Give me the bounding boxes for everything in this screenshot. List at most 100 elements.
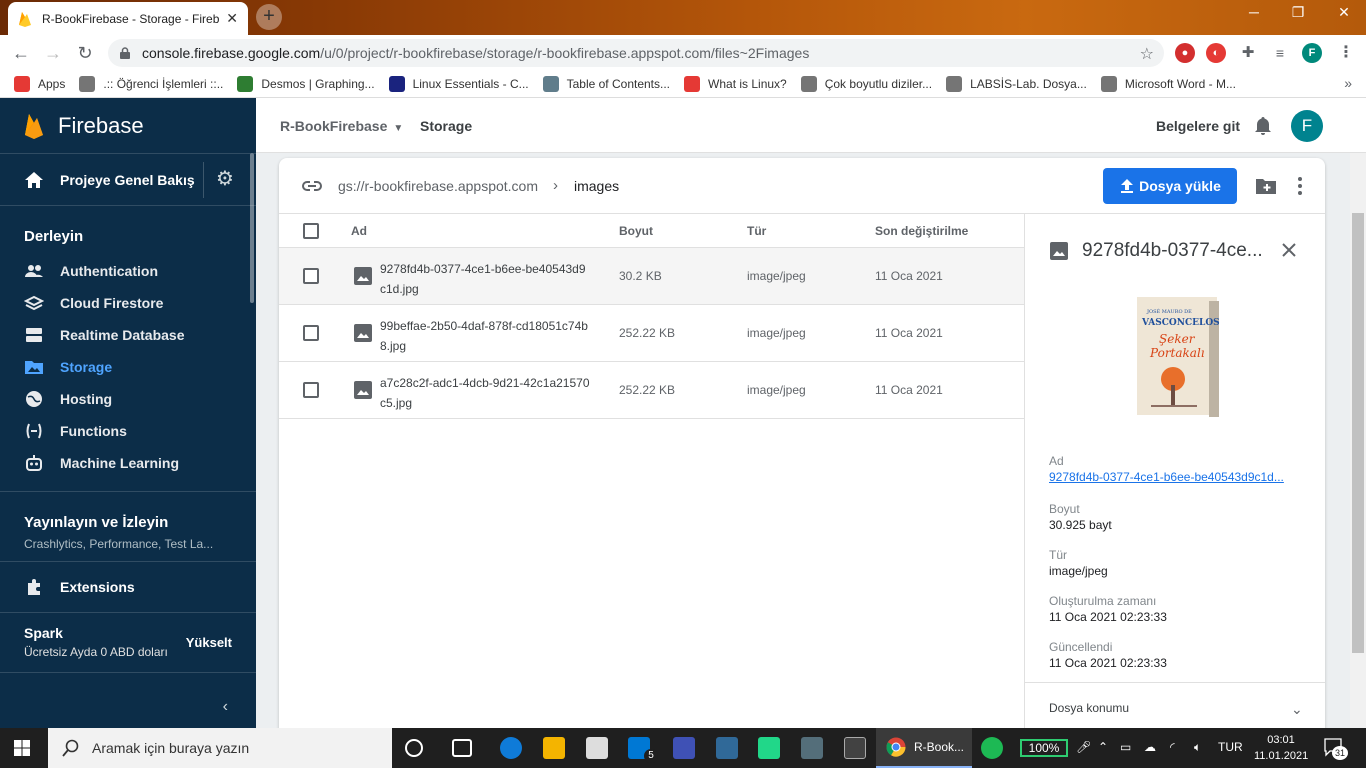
sidebar-item-storage[interactable]: Storage — [0, 351, 256, 383]
row-checkbox[interactable] — [303, 268, 319, 284]
extension-red-icon[interactable]: ◐ — [1206, 43, 1226, 63]
sidebar-item-functions[interactable]: Functions — [0, 415, 256, 447]
profile-avatar[interactable]: F — [1302, 43, 1322, 63]
browser-menu-icon[interactable]: ⋮ — [1336, 43, 1356, 63]
more-options-icon[interactable] — [1297, 176, 1303, 196]
file-location-expander[interactable]: Dosya konumu ⌄ — [1025, 682, 1325, 728]
sidebar-item-hosting[interactable]: Hosting — [0, 383, 256, 415]
settings-gear-icon[interactable]: ⚙ — [214, 168, 236, 190]
bookmark-2[interactable]: Desmos | Graphing... — [237, 75, 375, 92]
main-scroll-thumb[interactable] — [1352, 213, 1364, 653]
windows-start-icon[interactable] — [14, 740, 30, 756]
browser-tab[interactable]: R-BookFirebase - Storage - Fireb ✕ — [8, 2, 248, 35]
sidebar-item-extensions[interactable]: Extensions — [0, 561, 256, 613]
file-type: image/jpeg — [747, 269, 806, 283]
file-name[interactable]: 9278fd4b-0377-4ce1-b6ee-be40543d9c1d.jpg — [380, 259, 590, 299]
adblock-extension-icon[interactable]: ● — [1175, 43, 1195, 63]
table-row[interactable]: 99beffae-2b50-4daf-878f-cd18051c74b8.jpg… — [279, 305, 1024, 362]
reload-icon[interactable]: ↻ — [74, 42, 96, 64]
account-avatar[interactable]: F — [1291, 110, 1323, 142]
bookmark-5[interactable]: What is Linux? — [684, 75, 787, 92]
project-overview-link[interactable]: Projeye Genel Bakış ⚙ — [0, 154, 256, 206]
bookmark-1[interactable]: .:: Öğrenci İşlemleri ::.. — [79, 75, 223, 92]
column-modified-header[interactable]: Son değiştirilme — [875, 224, 968, 238]
table-row[interactable]: 9278fd4b-0377-4ce1-b6ee-be40543d9c1d.jpg… — [279, 248, 1024, 305]
cloud-icon[interactable]: ☁ — [1144, 740, 1156, 754]
sidebar-item-realtime-database[interactable]: Realtime Database — [0, 319, 256, 351]
minimize-icon[interactable]: ─ — [1244, 4, 1264, 20]
reading-list-icon[interactable]: ≡ — [1270, 43, 1290, 63]
create-folder-icon[interactable] — [1255, 176, 1277, 196]
bookmark-star-icon[interactable]: ☆ — [1140, 44, 1154, 64]
volume-icon[interactable]: 🔈︎ — [1194, 740, 1201, 755]
bookmark-4[interactable]: Table of Contents... — [542, 75, 670, 92]
file-name[interactable]: a7c28c2f-adc1-4dcb-9d21-42c1a21570c5.jpg — [380, 373, 590, 413]
microphone-icon[interactable]: 🎤︎ — [1076, 740, 1091, 754]
column-size-header[interactable]: Boyut — [619, 224, 653, 238]
image-preview[interactable]: JOSÉ MAURO DE VASCONCELOS Şeker Portakal… — [1115, 287, 1235, 427]
docs-link[interactable]: Belgelere git — [1156, 118, 1240, 134]
notifications-bell-icon[interactable] — [1254, 116, 1272, 136]
collapse-sidebar-icon[interactable]: ‹ — [223, 698, 228, 716]
tab-close-icon[interactable]: ✕ — [226, 10, 238, 27]
chrome-taskbar-button[interactable]: R-Book... — [876, 728, 972, 768]
tray-chevron-up-icon[interactable]: ⌃ — [1098, 740, 1108, 754]
edge-icon[interactable] — [500, 737, 522, 759]
bookmark-7[interactable]: LABSİS-Lab. Dosya... — [946, 75, 1087, 92]
bucket-path[interactable]: gs://r-bookfirebase.appspot.com — [338, 178, 538, 194]
puzzle-extensions-icon[interactable]: ✚ — [1238, 43, 1258, 63]
row-checkbox[interactable] — [303, 382, 319, 398]
spotify-icon[interactable] — [981, 737, 1003, 759]
close-window-icon[interactable]: ✕ — [1334, 4, 1354, 21]
meta-name: Ad 9278fd4b-0377-4ce1-b6ee-be40543d9c1d.… — [1049, 454, 1309, 484]
forward-icon[interactable]: → — [42, 42, 64, 64]
row-checkbox[interactable] — [303, 325, 319, 341]
battery-tray-icon[interactable]: ▭ — [1120, 740, 1131, 754]
upgrade-button[interactable]: Yükselt — [186, 635, 232, 650]
release-monitor-section[interactable]: Yayınlayın ve İzleyin Crashlytics, Perfo… — [0, 492, 256, 551]
project-selector[interactable]: R-BookFirebase ▼ — [280, 118, 403, 134]
main-scrollbar[interactable] — [1350, 153, 1366, 728]
bookmark-favicon-icon — [237, 75, 254, 92]
bookmark-6[interactable]: Çok boyutlu diziler... — [800, 75, 932, 92]
back-icon[interactable]: ← — [10, 42, 32, 64]
close-detail-icon[interactable] — [1281, 242, 1297, 258]
mail-icon[interactable]: 5 — [628, 737, 658, 763]
bookmark-8[interactable]: Microsoft Word - M... — [1100, 75, 1236, 92]
store-icon[interactable] — [586, 737, 608, 759]
sidebar-item-cloud-firestore[interactable]: Cloud Firestore — [0, 287, 256, 319]
link-icon[interactable] — [301, 176, 323, 196]
book-author: JOSÉ MAURO DE — [1146, 307, 1192, 315]
sidebar-item-machine-learning[interactable]: Machine Learning — [0, 447, 256, 479]
bookmark-0[interactable]: Apps — [14, 75, 65, 92]
more-bookmarks-icon[interactable]: » — [1344, 75, 1352, 91]
wifi-icon[interactable]: ◜ — [1170, 740, 1175, 754]
meta-size-value: 30.925 bayt — [1049, 518, 1112, 532]
table-row[interactable]: a7c28c2f-adc1-4dcb-9d21-42c1a21570c5.jpg… — [279, 362, 1024, 419]
battery-indicator[interactable]: 100% — [1020, 739, 1068, 757]
column-name-header[interactable]: Ad — [351, 224, 367, 238]
file-download-link[interactable]: 9278fd4b-0377-4ce1-b6ee-be40543d9c1d... — [1049, 470, 1309, 484]
file-explorer-icon[interactable] — [543, 737, 565, 759]
restore-icon[interactable]: ❐ — [1288, 4, 1308, 21]
firebase-brand[interactable]: Firebase — [0, 98, 256, 154]
bookmark-3[interactable]: Linux Essentials - C... — [388, 75, 529, 92]
taskbar-search[interactable]: Aramak için buraya yazın — [48, 728, 392, 768]
select-all-checkbox[interactable] — [303, 223, 319, 239]
new-tab-button[interactable]: + — [256, 4, 282, 30]
address-bar[interactable]: console.firebase.google.com/u/0/project/… — [108, 39, 1164, 67]
sql-tool-icon[interactable] — [801, 737, 823, 759]
taskbar-clock[interactable]: 03:01 11.01.2021 — [1254, 732, 1308, 764]
file-name[interactable]: 99beffae-2b50-4daf-878f-cd18051c74b8.jpg — [380, 316, 590, 356]
sidebar-item-authentication[interactable]: Authentication — [0, 255, 256, 287]
cortana-icon[interactable] — [405, 739, 423, 757]
upload-file-button[interactable]: Dosya yükle — [1103, 168, 1237, 204]
column-type-header[interactable]: Tür — [747, 224, 766, 238]
notification-center-icon[interactable]: 31 — [1324, 738, 1348, 760]
terminal-icon[interactable] — [844, 737, 866, 759]
pycharm-icon[interactable] — [758, 737, 780, 759]
task-view-icon[interactable] — [452, 739, 472, 757]
input-language[interactable]: TUR — [1218, 740, 1243, 754]
network-app-icon[interactable] — [673, 737, 695, 759]
python-icon[interactable] — [716, 737, 738, 759]
